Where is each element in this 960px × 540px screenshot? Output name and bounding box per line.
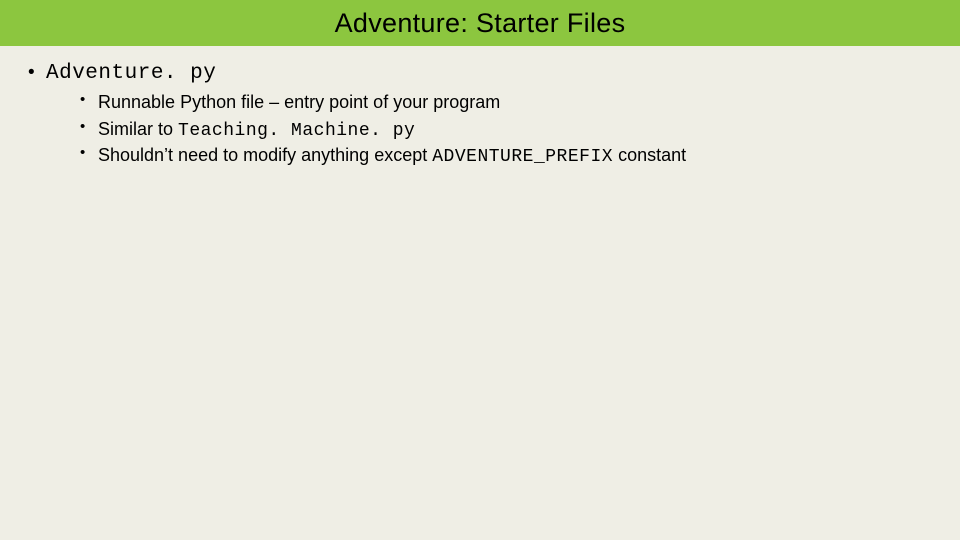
bullet-text: Similar to <box>98 119 178 139</box>
bullet-suffix: constant <box>613 145 686 165</box>
bullet-text: Shouldn’t need to modify anything except <box>98 145 432 165</box>
bullet-code: ADVENTURE_PREFIX <box>432 147 613 167</box>
outer-list-item: Adventure. py Runnable Python file – ent… <box>20 60 940 169</box>
bullet-code: Teaching. Machine. py <box>178 121 415 141</box>
slide-title: Adventure: Starter Files <box>335 8 626 39</box>
outer-list: Adventure. py Runnable Python file – ent… <box>20 60 940 169</box>
title-bar: Adventure: Starter Files <box>0 0 960 46</box>
outer-item-code: Adventure. py <box>46 62 216 85</box>
inner-list: Runnable Python file – entry point of yo… <box>46 90 940 169</box>
inner-list-item: Shouldn’t need to modify anything except… <box>80 143 940 169</box>
inner-list-item: Runnable Python file – entry point of yo… <box>80 90 940 116</box>
bullet-text: Runnable Python file – entry point of yo… <box>98 92 500 112</box>
inner-list-item: Similar to Teaching. Machine. py <box>80 117 940 143</box>
slide-content: Adventure. py Runnable Python file – ent… <box>0 46 960 169</box>
